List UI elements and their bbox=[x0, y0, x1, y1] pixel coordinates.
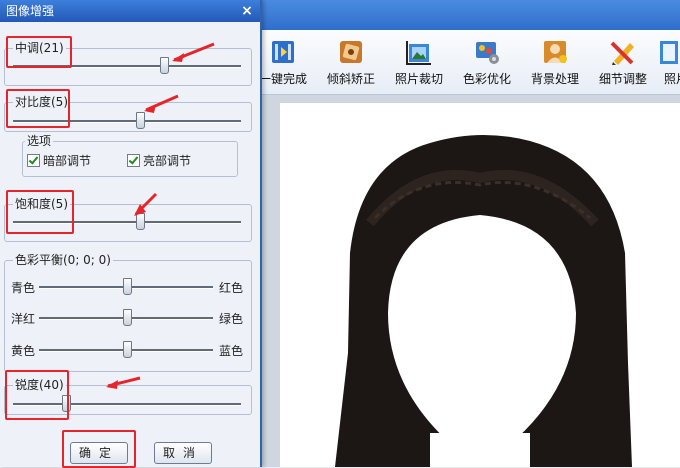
color-balance-group: 色彩平衡(0; 0; 0) 青色 红色 洋红 绿色 黄色 蓝色 bbox=[4, 253, 252, 372]
saturation-highlight-box bbox=[6, 190, 74, 234]
photo-preview bbox=[280, 103, 680, 467]
yellow-blue-slider-thumb[interactable] bbox=[123, 341, 132, 358]
magenta-green-slider-thumb[interactable] bbox=[123, 309, 132, 326]
toolbar-photo-more-button[interactable]: 照片 bbox=[640, 36, 680, 87]
bright-adjust-checkbox[interactable]: 亮部调节 bbox=[127, 152, 191, 169]
sharpness-highlight-box bbox=[5, 370, 69, 420]
yellow-label: 黄色 bbox=[11, 344, 36, 358]
arrow-icon bbox=[106, 376, 141, 389]
dark-adjust-checkbox[interactable]: 暗部调节 bbox=[27, 152, 91, 169]
dialog-title: 图像增强 bbox=[6, 4, 55, 18]
red-label: 红色 bbox=[219, 281, 244, 295]
toolbar-photo-crop-button[interactable]: 照片裁切 bbox=[383, 36, 455, 87]
options-group: 选项 暗部调节 亮部调节 bbox=[22, 134, 238, 177]
checkmark-icon bbox=[127, 154, 140, 167]
close-icon[interactable]: × bbox=[240, 0, 254, 22]
color-balance-label: 色彩平衡(0; 0; 0) bbox=[13, 253, 113, 267]
person-icon bbox=[541, 38, 569, 66]
dialog-titlebar: 图像增强 × bbox=[0, 0, 260, 22]
cyan-label: 青色 bbox=[11, 281, 36, 295]
midtone-highlight-box bbox=[6, 36, 72, 68]
magenta-label: 洋红 bbox=[11, 312, 36, 326]
toolbar-tilt-correct-button[interactable]: 倾斜矫正 bbox=[315, 36, 387, 87]
film-icon bbox=[269, 38, 297, 66]
contrast-highlight-box bbox=[6, 89, 70, 128]
arrow-icon bbox=[144, 94, 179, 113]
page-icon bbox=[656, 38, 680, 66]
cancel-button[interactable]: 取消 bbox=[154, 442, 212, 464]
cyan-red-slider-thumb[interactable] bbox=[123, 278, 132, 295]
toolbar-color-optimize-button[interactable]: 色彩优化 bbox=[451, 36, 523, 87]
checkmark-icon bbox=[27, 154, 40, 167]
rotate-icon bbox=[337, 38, 365, 66]
toolbar-background-process-button[interactable]: 背景处理 bbox=[519, 36, 591, 87]
crop-icon bbox=[405, 38, 433, 66]
green-label: 绿色 bbox=[219, 312, 244, 326]
pencil-icon bbox=[609, 38, 637, 66]
palette-icon bbox=[473, 38, 501, 66]
ok-highlight-box bbox=[62, 430, 136, 468]
midtone-slider-thumb[interactable] bbox=[160, 57, 169, 74]
options-label: 选项 bbox=[25, 134, 54, 148]
arrow-icon bbox=[172, 42, 215, 62]
blue-label: 蓝色 bbox=[219, 344, 244, 358]
arrow-icon bbox=[134, 192, 158, 216]
